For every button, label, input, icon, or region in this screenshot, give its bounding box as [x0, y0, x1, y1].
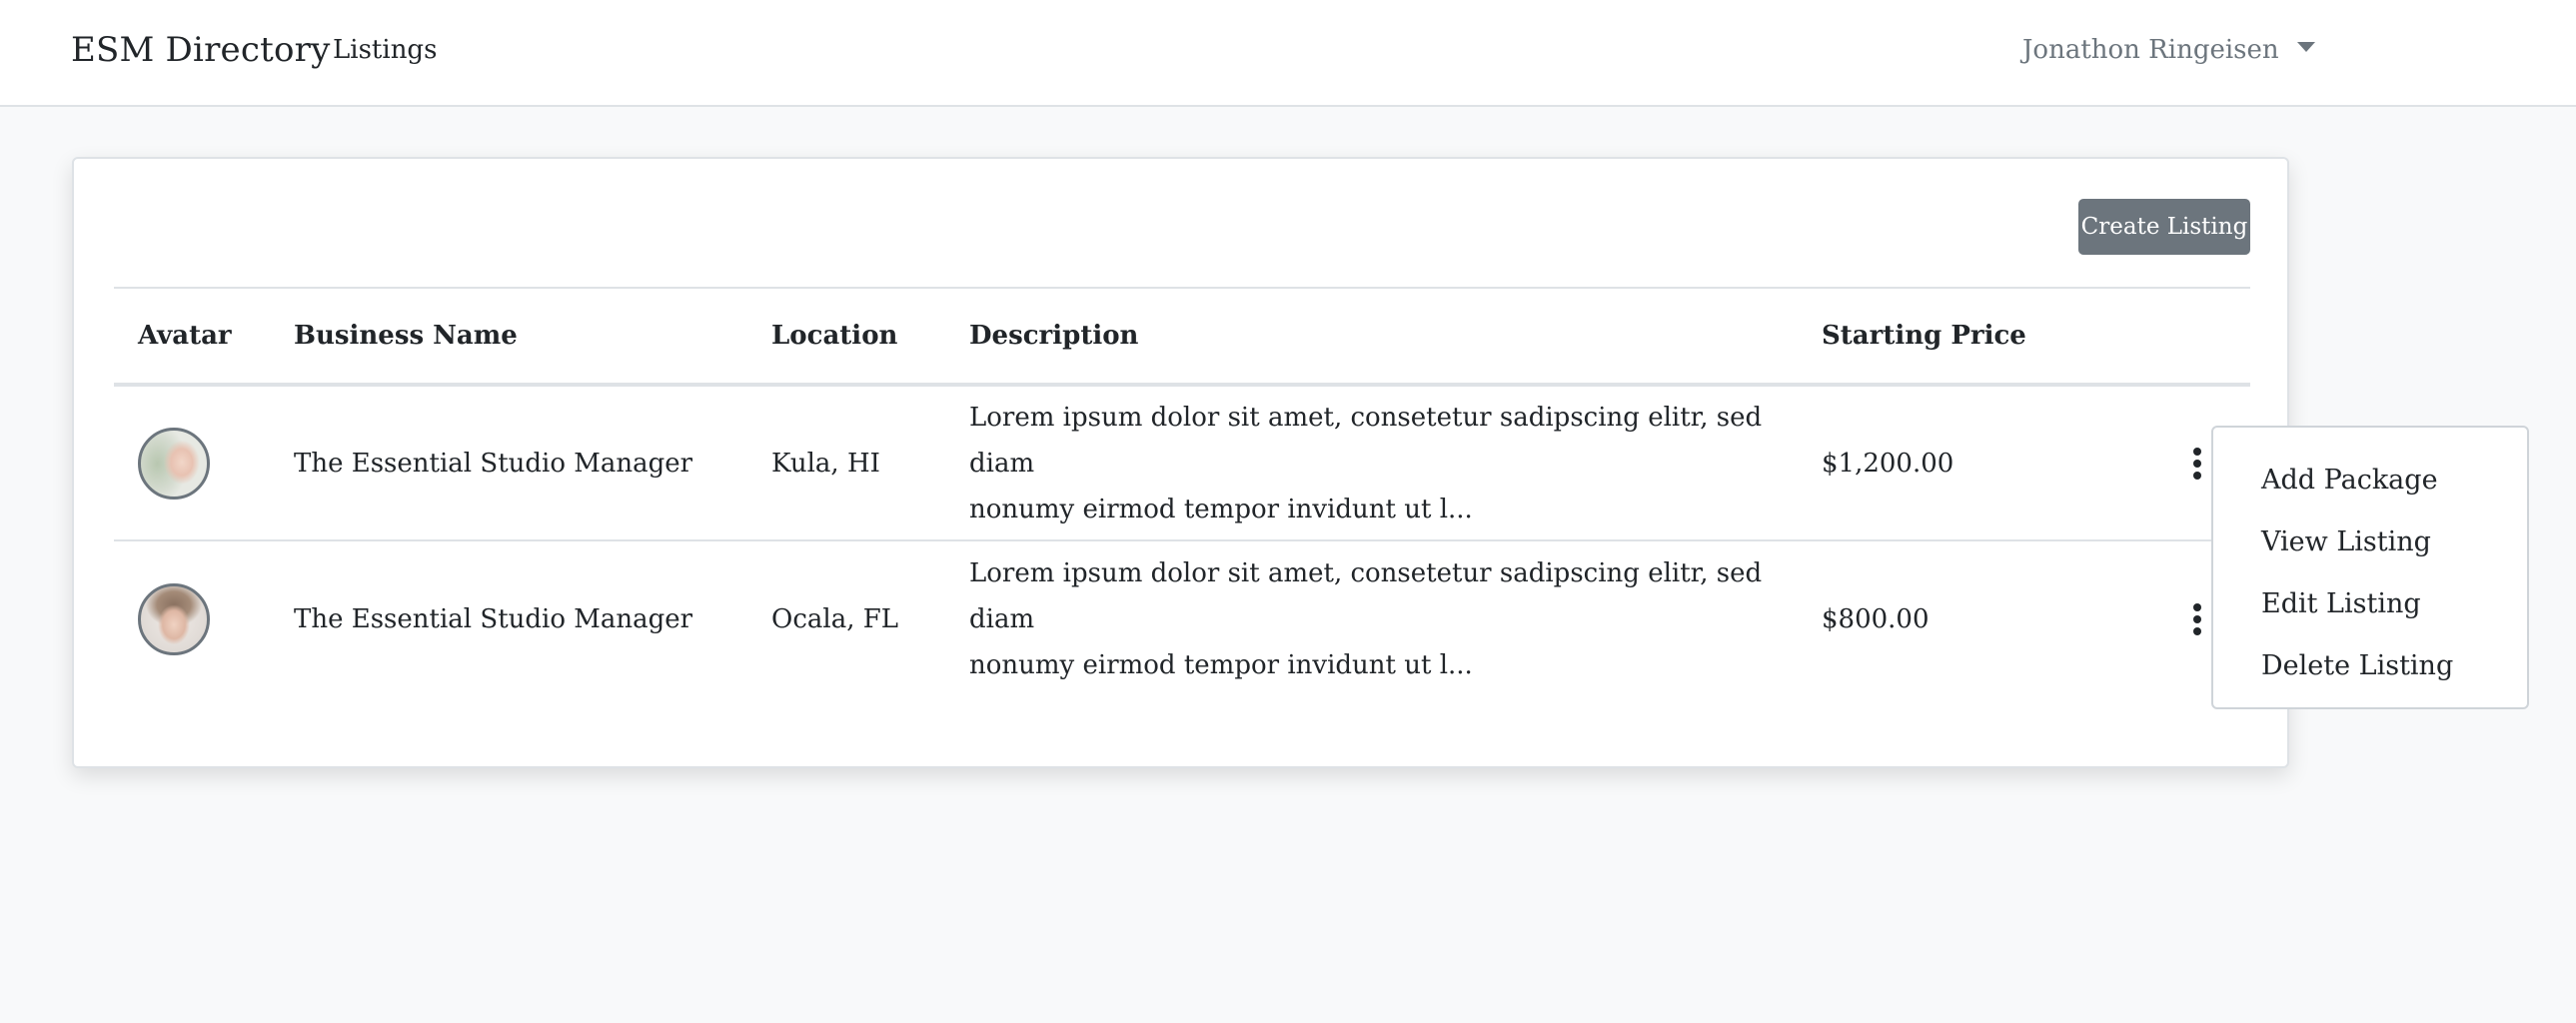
menu-item-delete-listing[interactable]: Delete Listing — [2213, 635, 2527, 697]
user-menu-toggle[interactable]: Jonathon Ringeisen — [2022, 32, 2315, 68]
menu-item-view-listing[interactable]: View Listing — [2213, 512, 2527, 573]
avatar-cell — [114, 385, 270, 541]
avatar-cell — [114, 540, 270, 696]
description-cell: Lorem ipsum dolor sit amet, consetetur s… — [945, 540, 1798, 696]
user-name: Jonathon Ringeisen — [2022, 35, 2279, 65]
kebab-dot — [2193, 626, 2201, 635]
header-avatar: Avatar — [114, 287, 270, 387]
starting-price-cell: $1,200.00 — [1798, 385, 2147, 541]
starting-price-cell: $800.00 — [1822, 603, 1930, 634]
avatar — [138, 427, 210, 500]
header-actions — [2147, 287, 2250, 387]
description-line: nonumy eirmod tempor invidunt ut l... — [969, 494, 1473, 524]
description-cell: Lorem ipsum dolor sit amet, consetetur s… — [945, 385, 1798, 541]
kebab-dot — [2193, 459, 2201, 468]
menu-item-add-package[interactable]: Add Package — [2213, 450, 2527, 512]
top-navbar: ESM Directory Listings Jonathon Ringeise… — [0, 0, 2576, 107]
kebab-dot — [2193, 614, 2201, 623]
listings-card: Create Listing Avatar Business Name Loca… — [72, 157, 2289, 768]
caret-down-icon — [2296, 42, 2315, 52]
create-listing-button[interactable]: Create Listing — [2078, 199, 2250, 255]
table-row[interactable]: The Essential Studio Manager Ocala, FL L… — [114, 540, 2250, 696]
kebab-dot — [2193, 471, 2201, 480]
brand-logo[interactable]: ESM Directory — [71, 30, 330, 70]
table-header-row: Avatar Business Name Location Descriptio… — [114, 287, 2250, 387]
business-name-cell: The Essential Studio Manager — [270, 385, 747, 541]
kebab-dot — [2193, 602, 2201, 611]
description-line: nonumy eirmod tempor invidunt ut l... — [969, 649, 1473, 680]
header-location: Location — [747, 287, 945, 387]
avatar — [138, 582, 210, 655]
header-description: Description — [945, 287, 1798, 387]
more-vertical-icon[interactable] — [2187, 447, 2207, 480]
more-vertical-icon[interactable] — [2187, 602, 2207, 635]
description-line: Lorem ipsum dolor sit amet, consetetur s… — [969, 557, 1763, 634]
listings-table: Avatar Business Name Location Descriptio… — [114, 287, 2250, 696]
header-business-name: Business Name — [270, 287, 747, 387]
location-cell: Kula, HI — [747, 385, 945, 541]
menu-item-edit-listing[interactable]: Edit Listing — [2213, 573, 2527, 635]
kebab-dot — [2193, 447, 2201, 456]
header-starting-price: Starting Price — [1798, 287, 2147, 387]
table-row[interactable]: The Essential Studio Manager Kula, HI Lo… — [114, 385, 2250, 541]
business-name-cell: The Essential Studio Manager — [294, 603, 693, 634]
description-line: Lorem ipsum dolor sit amet, consetetur s… — [969, 402, 1763, 479]
location-cell: Ocala, FL — [771, 603, 899, 634]
nav-link-listings[interactable]: Listings — [333, 33, 437, 67]
row-actions-dropdown: Add Package View Listing Edit Listing De… — [2211, 426, 2529, 709]
